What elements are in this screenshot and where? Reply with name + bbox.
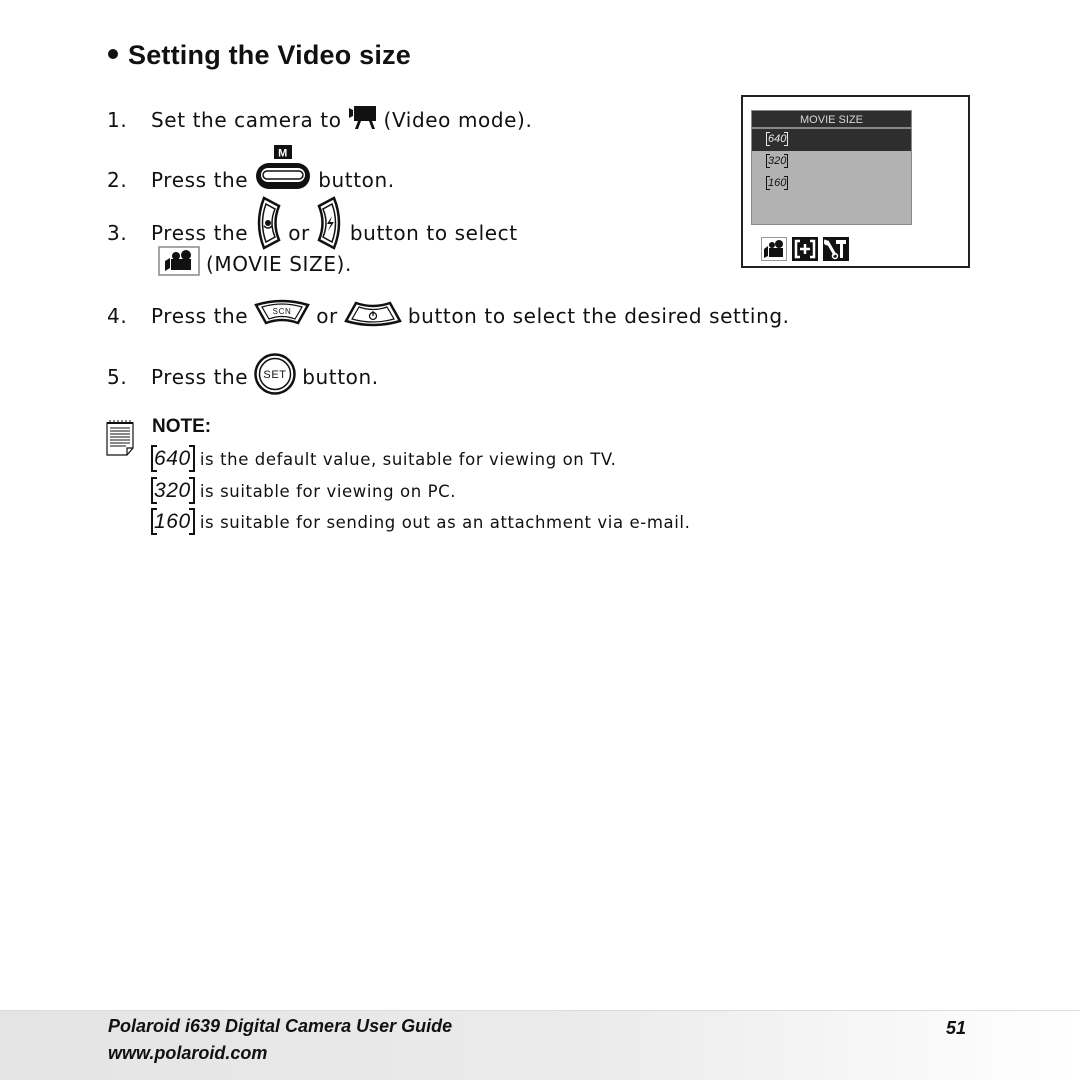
camera-screen-illustration: MOVIE SIZE 640 320 160 (741, 95, 970, 268)
size-badge: 160 (766, 176, 789, 190)
step-text: button. (302, 364, 379, 389)
note-text: is the default value, suitable for viewi… (199, 449, 617, 469)
step-text: button. (318, 167, 395, 192)
menu-tabs (761, 237, 849, 261)
step-4: 4. Press the SCN or button to select the… (107, 299, 790, 332)
movie-camera-icon (761, 237, 787, 261)
step-5: 5. Press the SET button. (107, 353, 379, 400)
size-640-badge: 640 (151, 445, 195, 472)
section-title-text: Setting the Video size (128, 40, 411, 70)
step-text: Press the (151, 303, 249, 328)
note-pad-icon (106, 420, 134, 460)
menu-option-320: 320 (752, 151, 911, 173)
movie-size-icon (158, 246, 200, 281)
footer-website-link[interactable]: www.polaroid.com (108, 1043, 267, 1064)
note-item: 640 is the default value, suitable for v… (151, 445, 617, 472)
note-text: is suitable for viewing on PC. (199, 481, 457, 501)
step-text: (Video mode). (383, 107, 533, 132)
setup-tools-icon (823, 237, 849, 261)
step-text: button to select (349, 220, 518, 245)
note-item: 160 is suitable for sending out as an at… (151, 508, 691, 535)
svg-text:SET: SET (264, 369, 287, 381)
step-text: or (316, 303, 338, 328)
step-number: 2. (107, 167, 128, 192)
svg-text:SCN: SCN (273, 307, 292, 316)
video-mode-icon (348, 104, 378, 135)
step-text: (MOVIE SIZE). (206, 251, 352, 276)
step-number: 5. (107, 364, 128, 389)
step-2: 2. Press the M button. (107, 145, 395, 196)
menu-button-icon: M (254, 145, 312, 196)
menu-option-160: 160 (752, 173, 911, 195)
movie-size-menu: MOVIE SIZE 640 320 160 (751, 110, 912, 225)
step-text: Press the (151, 364, 249, 389)
step-text: button to select the desired setting. (407, 303, 790, 328)
down-selftimer-button-icon (344, 299, 402, 332)
svg-text:M: M (278, 148, 288, 160)
note-label: NOTE: (152, 416, 212, 437)
size-160-badge: 160 (151, 508, 195, 535)
section-title: Setting the Video size (108, 40, 411, 71)
page-footer: Polaroid i639 Digital Camera User Guide … (0, 1010, 1080, 1080)
bullet-icon (108, 48, 118, 59)
step-3-continued: (MOVIE SIZE). (158, 246, 352, 281)
step-number: 3. (107, 220, 128, 245)
step-text: Press the (151, 167, 249, 192)
menu-option-640: 640 (752, 129, 911, 151)
step-text: Press the (151, 220, 249, 245)
set-button-icon: SET (254, 353, 296, 400)
step-number: 4. (107, 303, 128, 328)
size-badge: 320 (766, 154, 789, 168)
frame-plus-icon (792, 237, 818, 261)
footer-guide-title: Polaroid i639 Digital Camera User Guide (108, 1016, 453, 1036)
note-item: 320 is suitable for viewing on PC. (151, 477, 457, 504)
step-1: 1. Set the camera to (Video mode). (107, 104, 532, 135)
size-badge: 640 (766, 132, 789, 146)
up-scn-button-icon: SCN (254, 299, 311, 332)
note-text: is suitable for sending out as an attach… (199, 512, 691, 532)
size-320-badge: 320 (151, 477, 195, 504)
step-text: Set the camera to (151, 107, 342, 132)
page-number: 51 (946, 1018, 967, 1038)
step-number: 1. (107, 107, 128, 132)
menu-title: MOVIE SIZE (752, 111, 911, 129)
step-text: or (288, 220, 310, 245)
